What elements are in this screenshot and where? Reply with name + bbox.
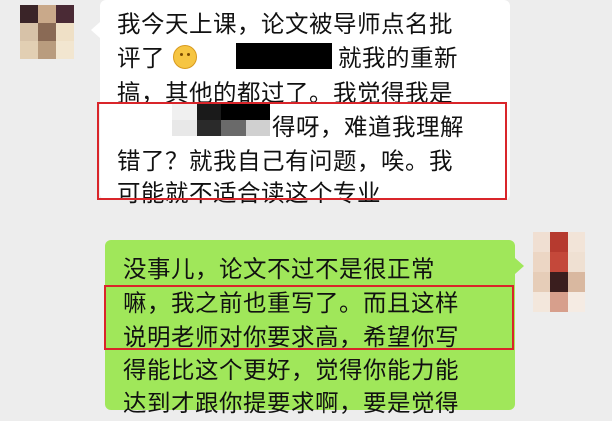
- message-line: 评了: [117, 41, 197, 76]
- message-text: 评了: [117, 44, 165, 72]
- message-line: 没事儿，论文不过不是很正常: [123, 255, 435, 283]
- message-line: 我今天上课，论文被导师点名批: [117, 10, 453, 38]
- highlight-box: [97, 102, 507, 200]
- message-line: 得能比这个更好，觉得你能力能: [123, 356, 459, 384]
- contact-avatar[interactable]: [20, 5, 74, 59]
- my-avatar[interactable]: [533, 232, 585, 312]
- smiling-face-emoji-icon: [172, 45, 197, 69]
- message-line: 就我的重新: [338, 44, 458, 72]
- highlight-box: [104, 285, 514, 350]
- redacted-block: [236, 43, 332, 69]
- message-line: 达到才跟你提要求啊，要是觉得: [123, 389, 459, 417]
